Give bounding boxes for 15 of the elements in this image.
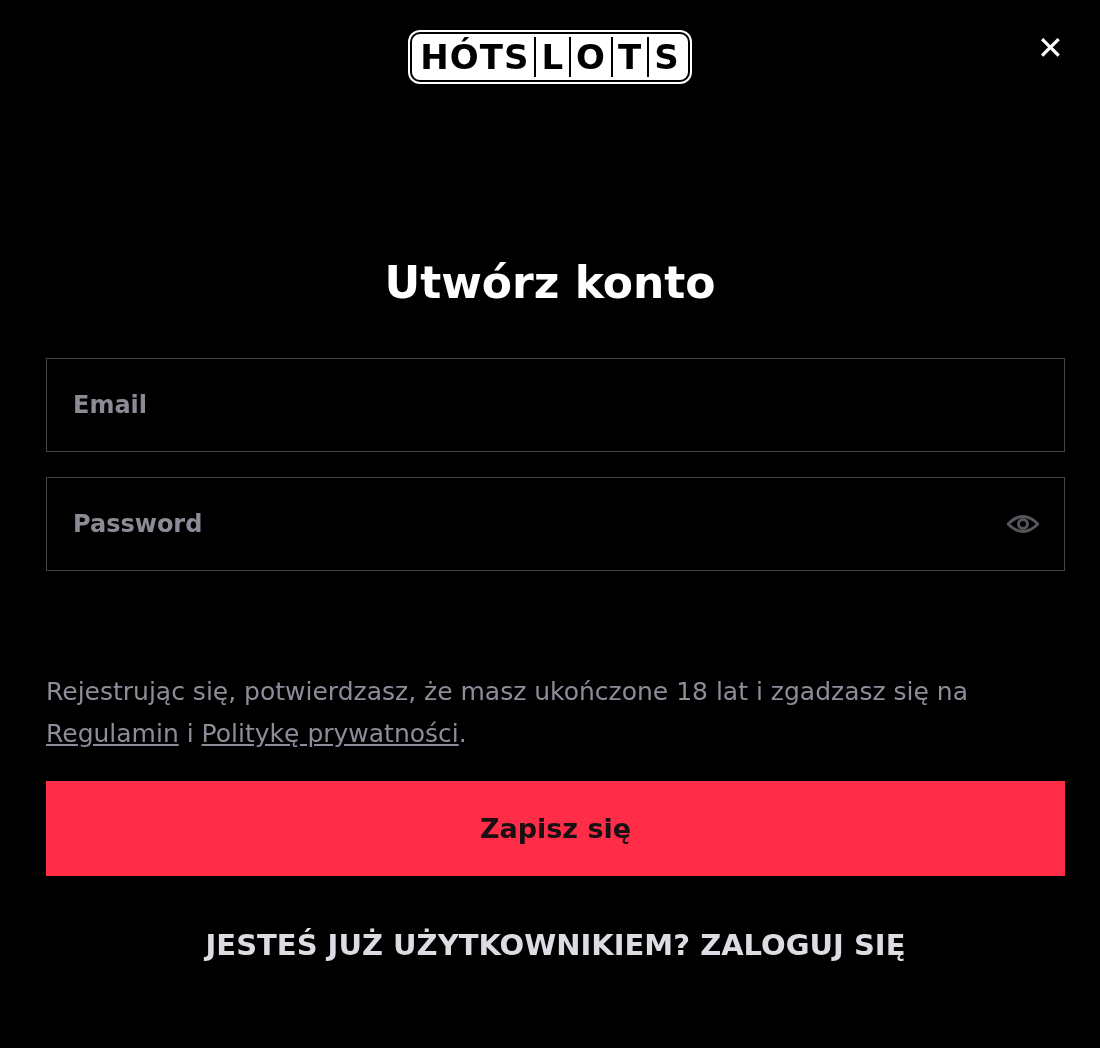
close-button[interactable]: ✕ [1037,32,1064,64]
terms-link[interactable]: Politykę prywatności [201,719,459,748]
dialog-title: Utwórz konto [383,258,717,308]
logo-letter: L [534,37,570,77]
email-field[interactable]: Email [46,358,1065,452]
logo-letter: T [610,37,648,77]
login-link[interactable]: JESTEŚ JUŻ UŻYTKOWNIKIEM? ZALOGUJ SIĘ [205,928,906,962]
logo-letter: HÓTS [419,37,531,77]
terms-text: Rejestrując się, potwierdzasz, że masz ukończone 18 lat i zgadzasz się na Regulamin i Politykę prywatności. [46,676,969,750]
terms-link[interactable]: Regulamin [46,719,179,748]
logo-letter: O [569,37,611,77]
logo-letter: S [647,37,685,77]
password-field[interactable]: Password [46,477,1065,571]
signup-button[interactable]: Zapisz się [46,781,1065,876]
eye-icon[interactable] [1007,513,1039,535]
